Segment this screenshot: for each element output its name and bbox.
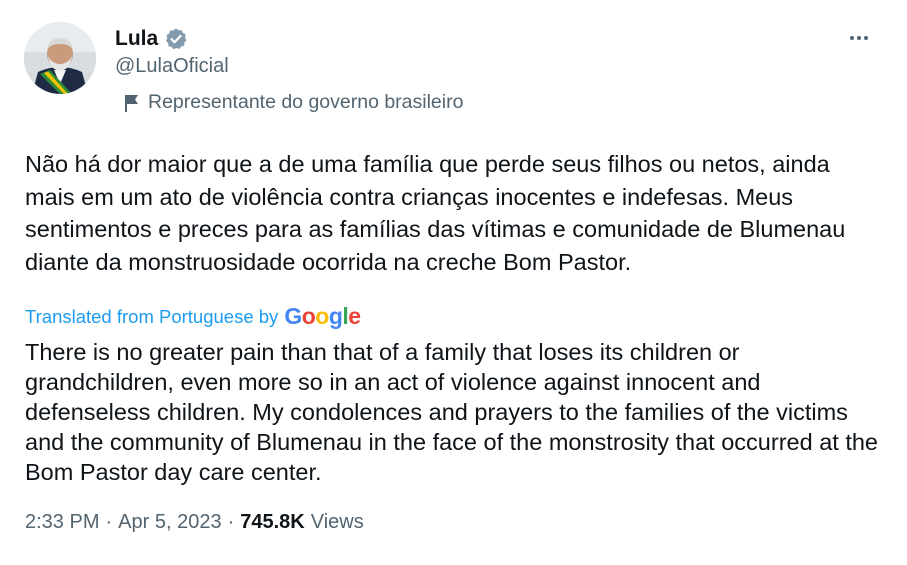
meta-separator: · — [227, 511, 235, 533]
avatar[interactable] — [24, 22, 96, 94]
author-name-row: Lula — [115, 24, 188, 54]
avatar-image — [24, 22, 96, 94]
google-logo: Google — [284, 303, 361, 329]
affiliation-text: Representante do governo brasileiro — [148, 91, 464, 113]
translated-label: Translated from Portuguese by — [25, 305, 279, 327]
tweet-original-text: Não há dor maior que a de uma família qu… — [25, 151, 846, 275]
tweet-meta: 2:33 PM · Apr 5, 2023 · 745.8K Views — [25, 511, 364, 534]
views-count[interactable]: 745.8K — [240, 511, 305, 534]
author-name[interactable]: Lula — [115, 27, 158, 51]
verified-badge-icon[interactable] — [164, 27, 188, 51]
more-options-icon[interactable] — [845, 24, 873, 52]
tweet-translated-text: There is no greater pain than that of a … — [25, 339, 878, 485]
tweet-card: Lula @LulaOficial Representante do gover… — [0, 0, 907, 565]
tweet-time[interactable]: 2:33 PM — [25, 511, 99, 534]
translation-attribution[interactable]: Translated from Portuguese by Google — [25, 303, 361, 330]
author-handle[interactable]: @LulaOficial — [115, 55, 229, 78]
meta-separator: · — [105, 511, 113, 533]
tweet-date[interactable]: Apr 5, 2023 — [118, 511, 221, 534]
affiliation-label[interactable]: Representante do governo brasileiro — [122, 91, 463, 114]
government-flag-icon — [122, 92, 142, 114]
views-label: Views — [310, 511, 364, 533]
